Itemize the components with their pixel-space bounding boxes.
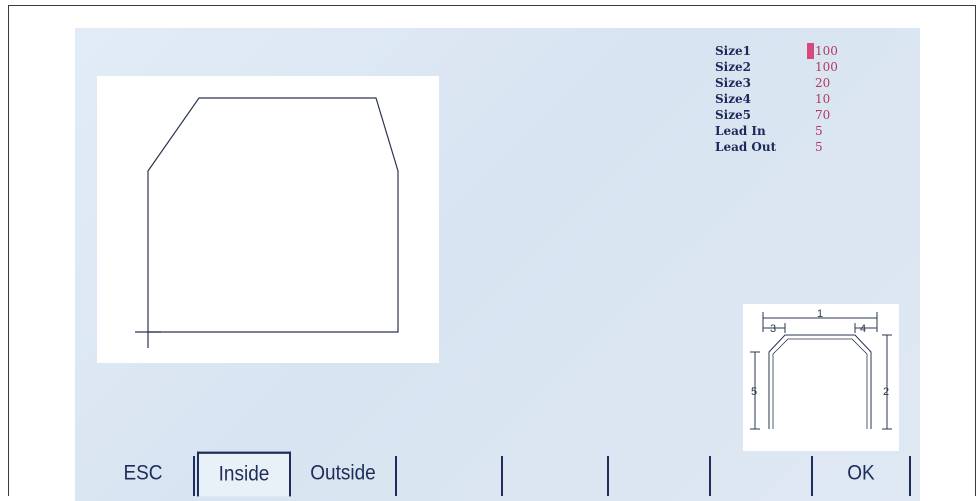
esc-button[interactable]: ESC (93, 452, 193, 497)
param-label: Lead In (715, 124, 766, 138)
cnc-screen: Size1 100 Size2 100 Size3 20 Size4 10 Si… (75, 28, 920, 501)
param-label: Size1 (715, 44, 752, 58)
param-value-input[interactable]: 100 (807, 43, 838, 59)
softkey-empty-1[interactable] (397, 452, 501, 497)
param-label: Size2 (715, 60, 752, 74)
parameter-list: Size1 100 Size2 100 Size3 20 Size4 10 Si… (715, 43, 838, 155)
shape-preview-drawing (135, 97, 399, 348)
softkey-empty-2[interactable] (503, 452, 607, 497)
dimension-diagram-drawing: 1 3 4 5 2 (750, 308, 892, 430)
param-row-size4[interactable]: Size4 10 (715, 91, 838, 107)
param-label: Size4 (715, 92, 752, 106)
outside-button[interactable]: Outside (291, 452, 395, 497)
dim-label-3: 3 (770, 323, 776, 335)
param-row-lead-out[interactable]: Lead Out 5 (715, 139, 838, 155)
dim-label-5: 5 (751, 386, 757, 398)
param-value-input[interactable]: 10 (815, 91, 830, 107)
inside-button[interactable]: Inside (197, 451, 291, 497)
softkey-separator (909, 456, 911, 496)
param-value-input[interactable]: 5 (815, 123, 823, 139)
param-value-input[interactable]: 70 (815, 107, 830, 123)
softkey-empty-3[interactable] (609, 452, 709, 497)
param-row-size3[interactable]: Size3 20 (715, 75, 838, 91)
cut-path (147, 97, 399, 348)
param-row-size2[interactable]: Size2 100 (715, 59, 838, 75)
param-row-size1[interactable]: Size1 100 (715, 43, 838, 59)
softkey-bar: ESC Inside Outside OK (93, 451, 913, 501)
param-row-size5[interactable]: Size5 70 (715, 107, 838, 123)
dim-label-1: 1 (817, 308, 823, 320)
param-label: Lead Out (715, 140, 777, 154)
dim-label-4: 4 (860, 323, 866, 335)
dimension-diagram: 1 3 4 5 2 (743, 304, 899, 451)
shape-preview (97, 76, 439, 363)
param-value-input[interactable]: 20 (815, 75, 830, 91)
ok-button[interactable]: OK (813, 452, 909, 497)
softkey-separator (193, 456, 195, 496)
param-label: Size3 (715, 76, 752, 90)
param-label: Size5 (715, 108, 752, 122)
display-frame: Size1 100 Size2 100 Size3 20 Size4 10 Si… (8, 5, 976, 501)
softkey-empty-4[interactable] (711, 452, 811, 497)
param-value-input[interactable]: 5 (815, 139, 823, 155)
dim-label-2: 2 (883, 386, 889, 398)
param-row-lead-in[interactable]: Lead In 5 (715, 123, 838, 139)
param-value-input[interactable]: 100 (815, 59, 838, 75)
